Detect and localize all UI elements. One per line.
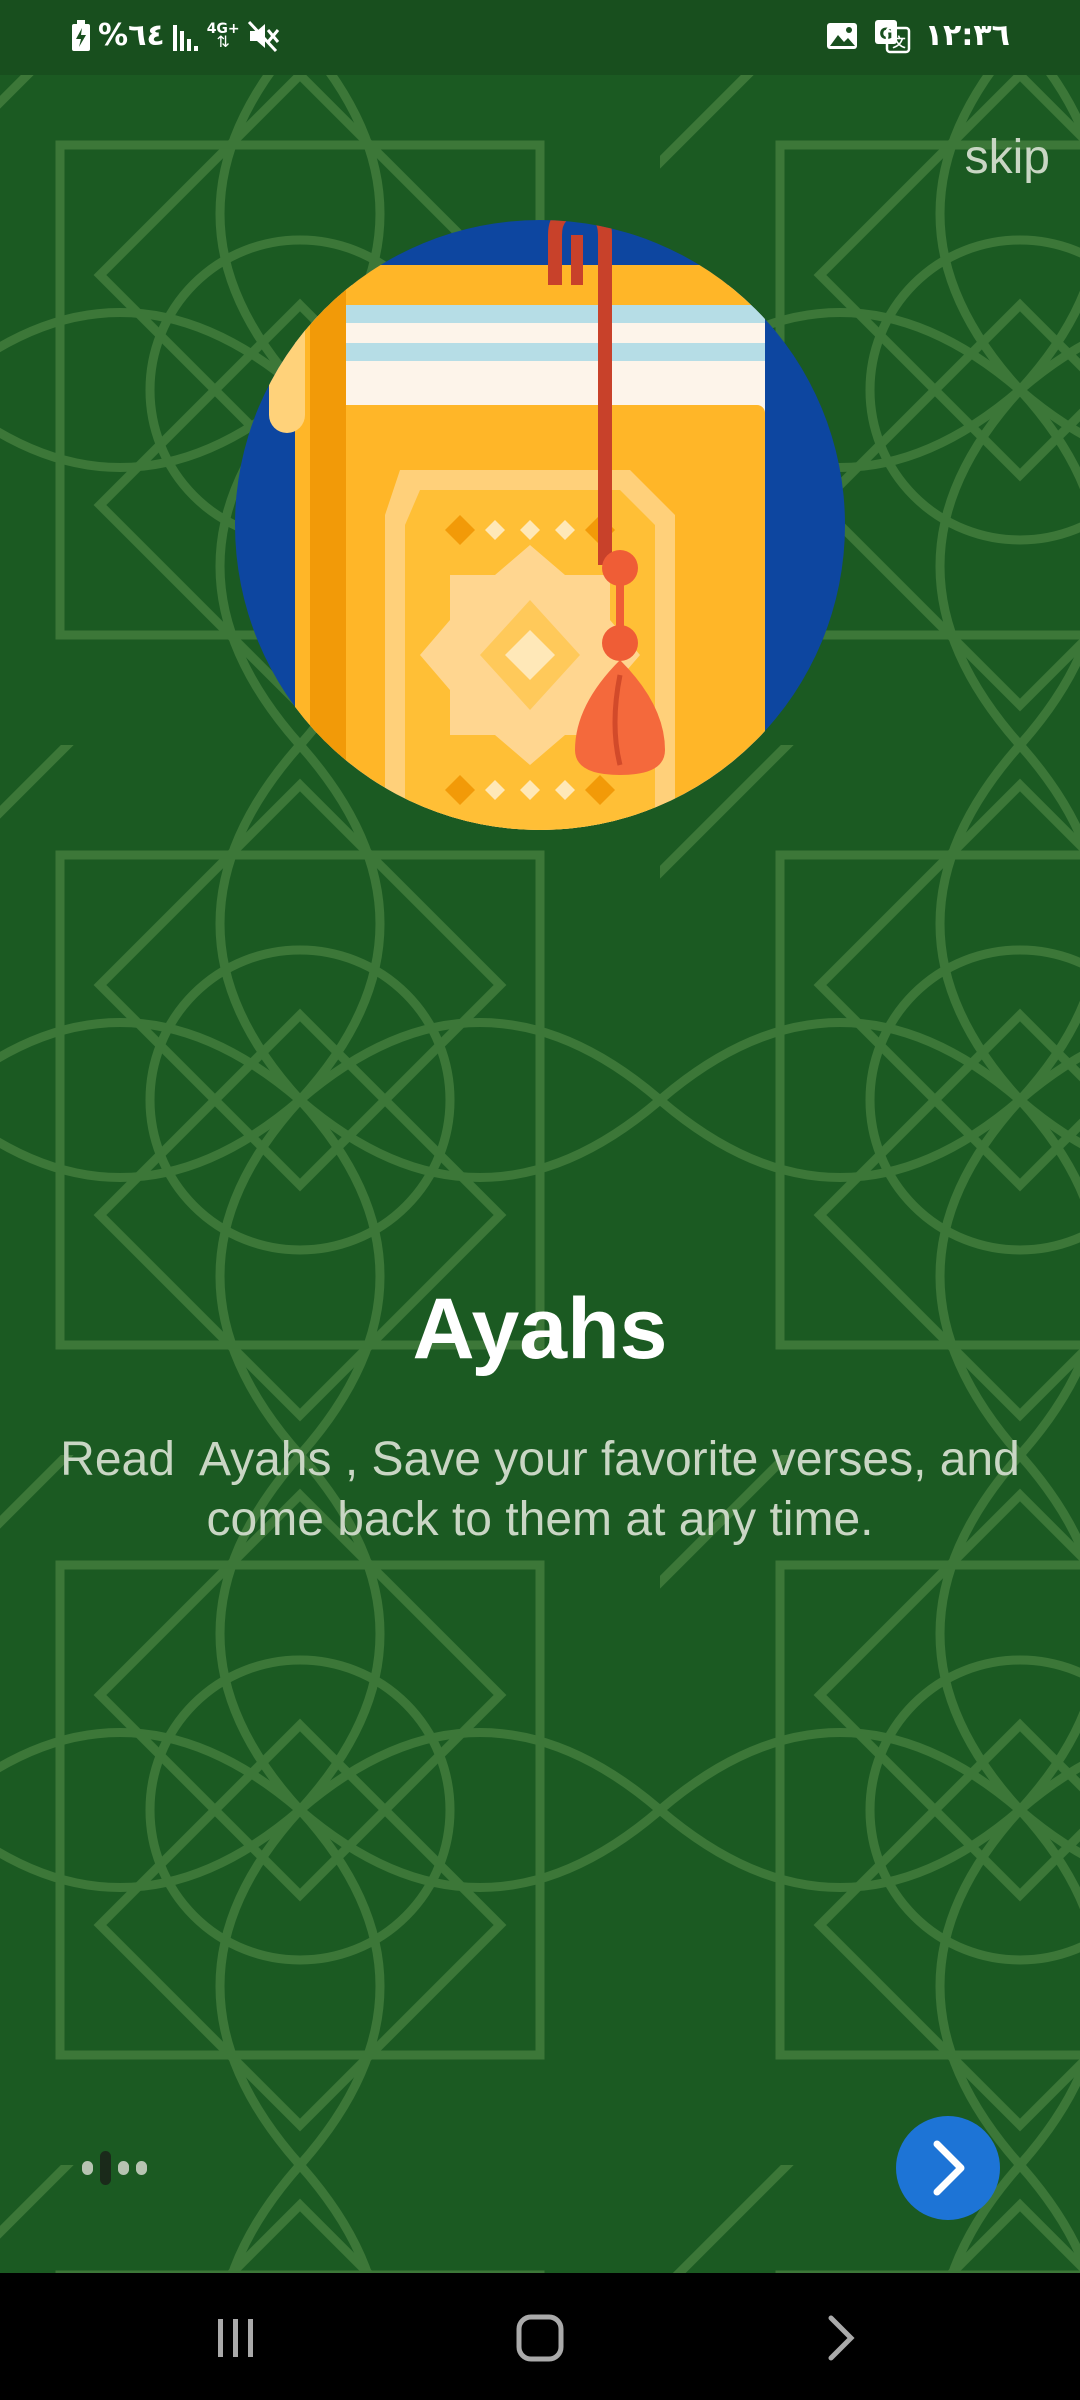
onboarding-description: Read Ayahs , Save your favorite verses, … <box>60 1433 1020 1546</box>
back-icon <box>828 2315 855 2361</box>
battery-icon <box>72 20 90 51</box>
page-dot <box>136 2161 147 2175</box>
page-dot <box>82 2161 93 2175</box>
network-type-icon: 4G+ ⇅ <box>207 22 240 51</box>
status-bar: %٦٤ 4G+ ⇅ G 文 ١٢:٣٦ <box>0 0 1080 75</box>
battery-percentage: %٦٤ <box>98 18 165 53</box>
chevron-right-icon <box>933 2140 965 2196</box>
clock: ١٢:٣٦ <box>924 18 1010 53</box>
status-left-group: %٦٤ 4G+ ⇅ <box>70 14 282 58</box>
translate-notification-icon: G 文 <box>874 20 910 54</box>
page-indicator <box>82 2150 147 2186</box>
back-button[interactable] <box>800 2303 880 2373</box>
system-nav-bar <box>0 2273 1080 2400</box>
svg-text:文: 文 <box>892 35 906 51</box>
page-dot <box>118 2161 129 2175</box>
status-right-group: G 文 ١٢:٣٦ <box>825 14 1010 58</box>
next-button[interactable] <box>896 2116 1000 2220</box>
signal-icon <box>172 25 198 51</box>
mute-icon <box>247 20 279 53</box>
home-icon <box>516 2314 564 2362</box>
home-button[interactable] <box>500 2303 580 2373</box>
skip-button[interactable]: skip <box>965 130 1050 185</box>
gallery-notification-icon <box>826 23 857 49</box>
onboarding-title: Ayahs <box>412 1281 668 1377</box>
page-dot-active <box>100 2151 111 2185</box>
recent-apps-button[interactable] <box>196 2303 276 2373</box>
recent-apps-icon <box>218 2319 253 2357</box>
data-arrows-icon: ⇅ <box>216 34 230 51</box>
quran-book-illustration <box>235 220 845 830</box>
